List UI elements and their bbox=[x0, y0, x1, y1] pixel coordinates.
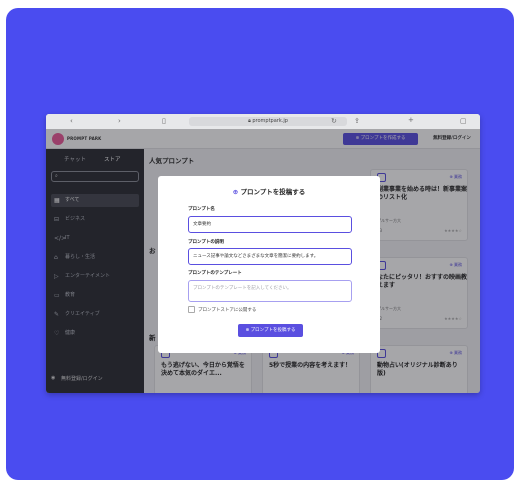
prompt-name-input[interactable]: 文章要約 bbox=[188, 216, 352, 233]
modal-title: ⊕ プロンプトを投稿する bbox=[158, 186, 380, 196]
prompt-template-placeholder: プロンプトのテンプレートを記入してください。 bbox=[193, 286, 292, 291]
reload-icon[interactable]: ↻ bbox=[331, 117, 337, 125]
submit-prompt-button[interactable]: ⊕ プロンプトを投稿する bbox=[238, 324, 303, 337]
prompt-description-input[interactable]: ニュース記事や論文などさまざまな文章を簡潔に要約します。 bbox=[188, 248, 352, 265]
prompt-name-value: 文章要約 bbox=[193, 222, 211, 227]
publish-to-store-label: プロンプトストアに公開する bbox=[198, 308, 257, 313]
browser-window: ‹ › ▯ 🔒︎ promptpark.jp ↻ ⇪ + ▢ PROMPT PA… bbox=[46, 114, 480, 393]
prompt-description-value: ニュース記事や論文などさまざまな文章を簡潔に要約します。 bbox=[193, 254, 319, 259]
lock-icon: 🔒︎ bbox=[248, 118, 251, 124]
prompt-description-label: プロンプトの説明 bbox=[188, 240, 224, 245]
new-tab-icon[interactable]: + bbox=[408, 116, 414, 124]
address-bar[interactable]: 🔒︎ promptpark.jp bbox=[189, 117, 347, 126]
back-icon[interactable]: ‹ bbox=[70, 117, 73, 125]
prompt-template-label: プロンプトのテンプレート bbox=[188, 271, 242, 276]
browser-toolbar: ‹ › ▯ 🔒︎ promptpark.jp ↻ ⇪ + ▢ bbox=[46, 114, 480, 129]
background-frame: ‹ › ▯ 🔒︎ promptpark.jp ↻ ⇪ + ▢ PROMPT PA… bbox=[6, 8, 514, 480]
forward-icon[interactable]: › bbox=[118, 117, 121, 125]
sidebar-toggle-icon[interactable]: ▯ bbox=[162, 117, 166, 125]
address-text: promptpark.jp bbox=[252, 118, 288, 124]
publish-to-store-checkbox[interactable] bbox=[188, 306, 195, 313]
post-prompt-modal: ⊕ プロンプトを投稿する プロンプト名 文章要約 プロンプトの説明 ニュース記事… bbox=[158, 176, 380, 353]
share-icon[interactable]: ⇪ bbox=[354, 117, 360, 125]
modal-title-text: プロンプトを投稿する bbox=[240, 188, 306, 196]
prompt-template-textarea[interactable]: プロンプトのテンプレートを記入してください。 bbox=[188, 280, 352, 302]
prompt-name-label: プロンプト名 bbox=[188, 207, 215, 212]
tabs-overview-icon[interactable]: ▢ bbox=[460, 117, 467, 125]
